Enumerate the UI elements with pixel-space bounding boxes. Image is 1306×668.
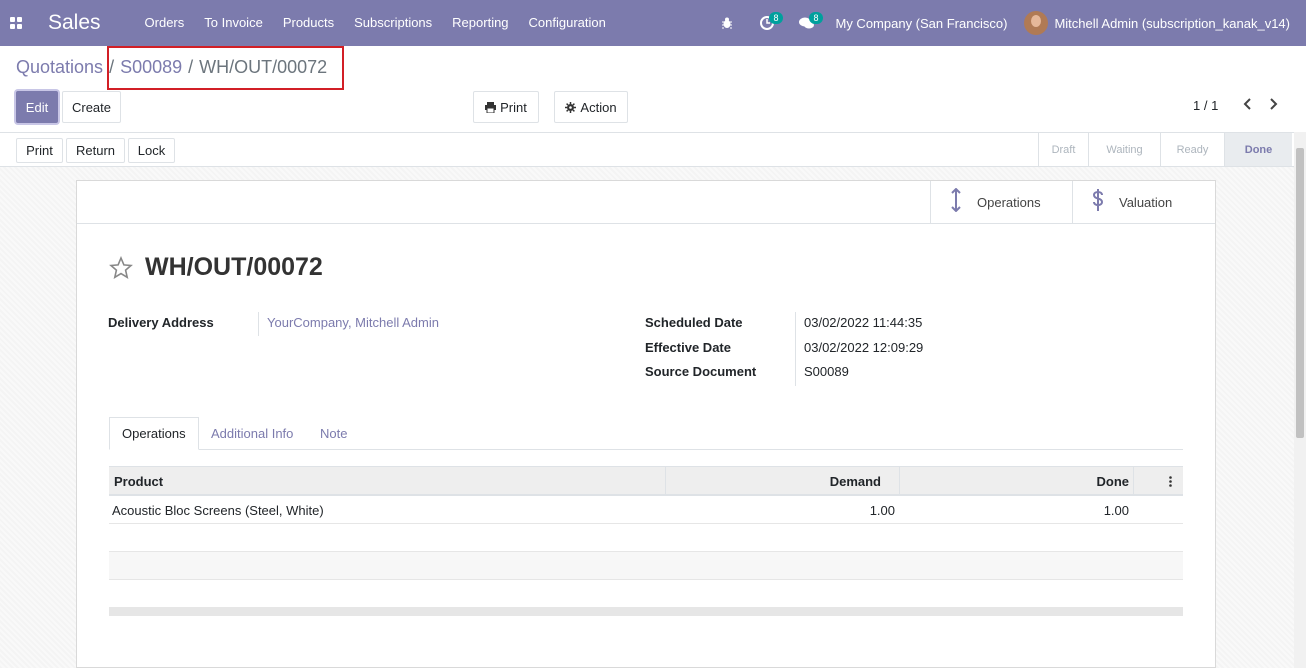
- stage-ready: Ready: [1160, 133, 1224, 166]
- status-bar: Print Return Lock Draft Waiting Ready Do…: [0, 132, 1306, 167]
- empty-table-row: [109, 524, 1183, 552]
- app-name[interactable]: Sales: [48, 11, 101, 35]
- effective-date-label: Effective Date: [645, 340, 731, 355]
- menu-products[interactable]: Products: [273, 0, 344, 46]
- effective-date-value: 03/02/2022 12:09:29: [804, 340, 924, 355]
- menu-to-invoice[interactable]: To Invoice: [194, 0, 273, 46]
- print-dropdown-button[interactable]: Print: [473, 91, 539, 123]
- main-menu: Orders To Invoice Products Subscriptions…: [135, 0, 616, 46]
- table-footer: [109, 608, 1183, 616]
- pager-previous-icon[interactable]: [1242, 97, 1252, 116]
- field-divider: [258, 312, 259, 336]
- print-button[interactable]: Print: [16, 138, 63, 163]
- table-header: Product Demand Done: [109, 466, 1183, 496]
- activities-badge: 8: [769, 12, 783, 24]
- scheduled-date-value: 03/02/2022 11:44:35: [804, 315, 923, 330]
- cell-product: Acoustic Bloc Screens (Steel, White): [112, 502, 324, 518]
- valuation-smart-button[interactable]: Valuation: [1072, 181, 1215, 224]
- debug-bug-icon[interactable]: [707, 0, 747, 46]
- notebook-tabs: Operations Additional Info Note: [109, 417, 1183, 450]
- operations-smart-button[interactable]: Operations: [930, 181, 1072, 224]
- activities-clock-icon[interactable]: 8: [747, 0, 787, 46]
- header-product[interactable]: Product: [114, 467, 163, 495]
- arrows-vertical-icon: [949, 187, 963, 218]
- operations-label: Operations: [977, 195, 1041, 210]
- create-button[interactable]: Create: [62, 91, 121, 123]
- delivery-address-link[interactable]: YourCompany, Mitchell Admin: [267, 315, 439, 330]
- printer-icon: [485, 101, 497, 113]
- table-row[interactable]: Acoustic Bloc Screens (Steel, White) 1.0…: [109, 496, 1183, 524]
- print-label: Print: [500, 99, 527, 115]
- pager-value[interactable]: 1 / 1: [1193, 98, 1218, 113]
- messages-chat-icon[interactable]: 8: [787, 0, 827, 46]
- valuation-label: Valuation: [1119, 195, 1173, 210]
- header-demand[interactable]: Demand: [665, 467, 881, 495]
- form-sheet: Operations Valuation WH/OUT/00072 Delive…: [76, 180, 1216, 668]
- menu-configuration[interactable]: Configuration: [519, 0, 616, 46]
- header-done[interactable]: Done: [899, 467, 1130, 495]
- stage-draft: Draft: [1038, 133, 1088, 166]
- breadcrumb-quotations[interactable]: Quotations: [16, 57, 103, 78]
- apps-menu-icon[interactable]: [0, 0, 32, 46]
- return-button[interactable]: Return: [66, 138, 125, 163]
- empty-table-row: [109, 580, 1183, 608]
- top-navbar: Sales Orders To Invoice Products Subscri…: [0, 0, 1306, 46]
- stage-pipeline: Draft Waiting Ready Done: [1038, 133, 1292, 166]
- tab-additional-info[interactable]: Additional Info: [199, 417, 305, 450]
- empty-table-row: [109, 552, 1183, 580]
- stage-waiting: Waiting: [1088, 133, 1160, 166]
- vertical-scrollbar[interactable]: [1294, 132, 1306, 668]
- pager-next-icon[interactable]: [1269, 97, 1279, 116]
- dollar-icon: [1091, 188, 1105, 218]
- menu-orders[interactable]: Orders: [135, 0, 195, 46]
- operations-table: Product Demand Done Acoustic Bloc Screen…: [109, 466, 1183, 616]
- title-row: WH/OUT/00072: [109, 253, 323, 282]
- menu-reporting[interactable]: Reporting: [442, 0, 518, 46]
- optional-columns-kebab-icon[interactable]: [1169, 467, 1179, 495]
- smart-button-bar: Operations Valuation: [77, 181, 1215, 224]
- edit-button[interactable]: Edit: [16, 91, 58, 123]
- scrollbar-thumb[interactable]: [1296, 148, 1304, 438]
- star-favorite-icon[interactable]: [109, 255, 133, 280]
- tab-operations[interactable]: Operations: [109, 417, 199, 450]
- company-switcher[interactable]: My Company (San Francisco): [835, 16, 1007, 31]
- lock-button[interactable]: Lock: [128, 138, 175, 163]
- messages-badge: 8: [809, 12, 823, 24]
- menu-subscriptions[interactable]: Subscriptions: [344, 0, 442, 46]
- action-dropdown-button[interactable]: Action: [554, 91, 628, 123]
- highlight-annotation-box: [107, 46, 344, 90]
- source-document-label: Source Document: [645, 364, 757, 379]
- record-title: WH/OUT/00072: [145, 253, 323, 281]
- column-divider: [1133, 467, 1134, 495]
- user-avatar[interactable]: [1024, 11, 1049, 35]
- stage-done: Done: [1224, 133, 1292, 166]
- user-menu[interactable]: Mitchell Admin (subscription_kanak_v14): [1054, 16, 1290, 31]
- action-label: Action: [580, 99, 617, 115]
- tab-note[interactable]: Note: [308, 417, 359, 450]
- cell-demand: 1.00: [869, 502, 895, 518]
- scheduled-date-label: Scheduled Date: [645, 315, 743, 330]
- gear-icon: [565, 101, 577, 113]
- cell-done: 1.00: [1103, 502, 1129, 518]
- field-divider: [795, 312, 796, 386]
- source-document-value: S00089: [804, 364, 849, 379]
- delivery-address-label: Delivery Address: [108, 315, 214, 330]
